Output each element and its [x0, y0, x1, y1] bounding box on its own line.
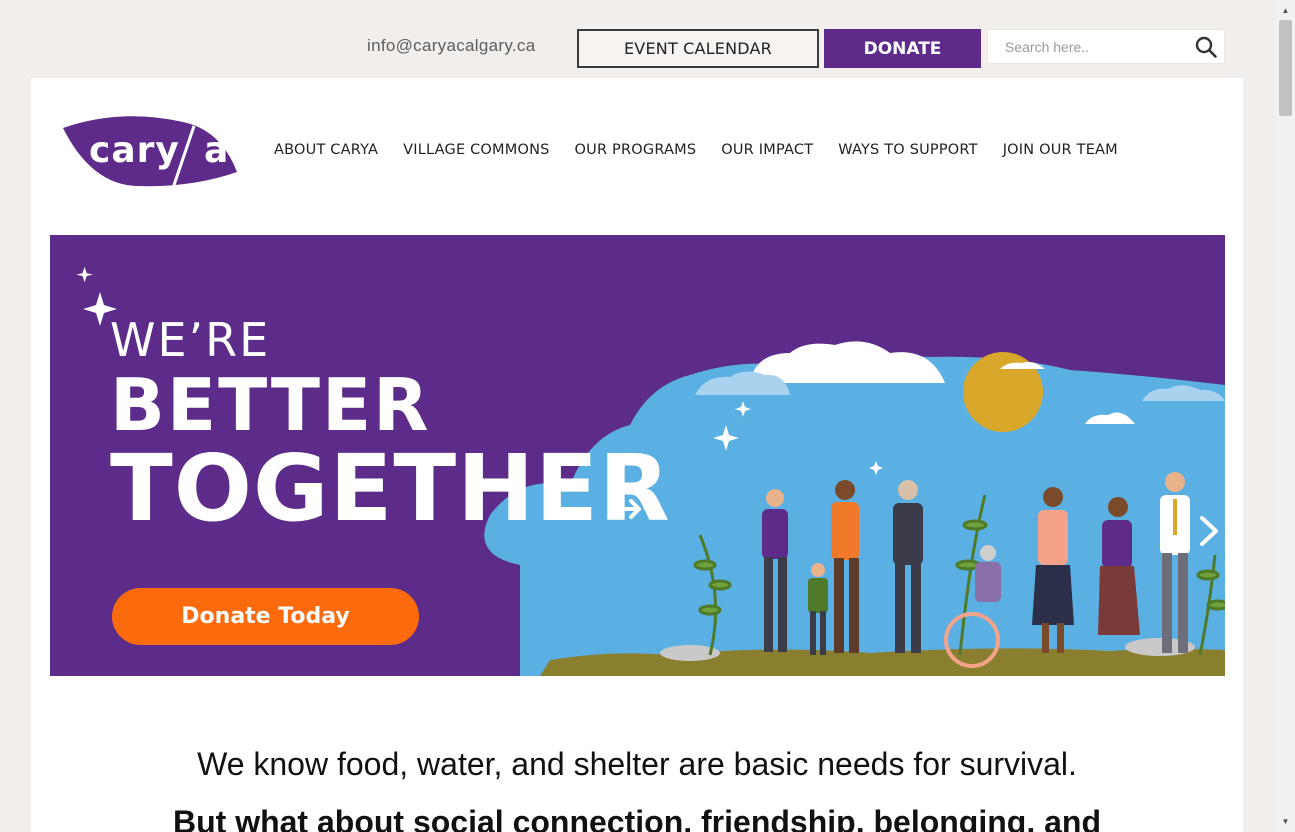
search-icon[interactable]	[1194, 35, 1218, 59]
page-card: cary a ABOUT CARYA VILLAGE COMMONS OUR P…	[31, 78, 1243, 832]
contact-email-link[interactable]: info@caryacalgary.ca	[367, 36, 535, 56]
intro-text: We know food, water, and shelter are bas…	[197, 746, 1077, 782]
nav-item-village-commons[interactable]: VILLAGE COMMONS	[403, 142, 549, 158]
event-calendar-button[interactable]: EVENT CALENDAR	[577, 29, 819, 68]
nav-item-about-carya[interactable]: ABOUT CARYA	[274, 142, 378, 158]
scroll-down-arrow-icon[interactable]: ▼	[1276, 813, 1295, 830]
search-box	[987, 29, 1225, 64]
donate-button[interactable]: DONATE	[824, 29, 981, 68]
carya-logo[interactable]: cary a	[61, 114, 239, 191]
search-input[interactable]	[988, 30, 1188, 63]
nav-item-our-impact[interactable]: OUR IMPACT	[721, 142, 813, 158]
donate-today-button[interactable]: Donate Today	[112, 588, 419, 645]
hero-heading-line3: TOGETHER	[110, 435, 671, 542]
hero-heading-line1: WE’RE	[110, 313, 271, 367]
nav-item-our-programs[interactable]: OUR PROGRAMS	[575, 142, 697, 158]
page-scrollbar[interactable]: ▲ ▼	[1276, 0, 1295, 832]
scrollbar-thumb[interactable]	[1279, 20, 1292, 116]
scroll-up-arrow-icon[interactable]: ▲	[1276, 2, 1295, 19]
chevron-right-icon[interactable]	[1192, 514, 1225, 548]
hero-banner[interactable]: WE’RE BETTER TOGETHER Donate Today	[50, 235, 1225, 676]
nav-item-ways-to-support[interactable]: WAYS TO SUPPORT	[838, 142, 977, 158]
arrow-left-icon[interactable]	[615, 492, 649, 526]
svg-text:cary: cary	[89, 130, 180, 171]
intro-text-bold: But what about social connection, friend…	[172, 804, 1101, 832]
svg-text:a: a	[204, 130, 228, 171]
main-nav: ABOUT CARYA VILLAGE COMMONS OUR PROGRAMS…	[274, 142, 1118, 158]
nav-item-join-our-team[interactable]: JOIN OUR TEAM	[1003, 142, 1118, 158]
